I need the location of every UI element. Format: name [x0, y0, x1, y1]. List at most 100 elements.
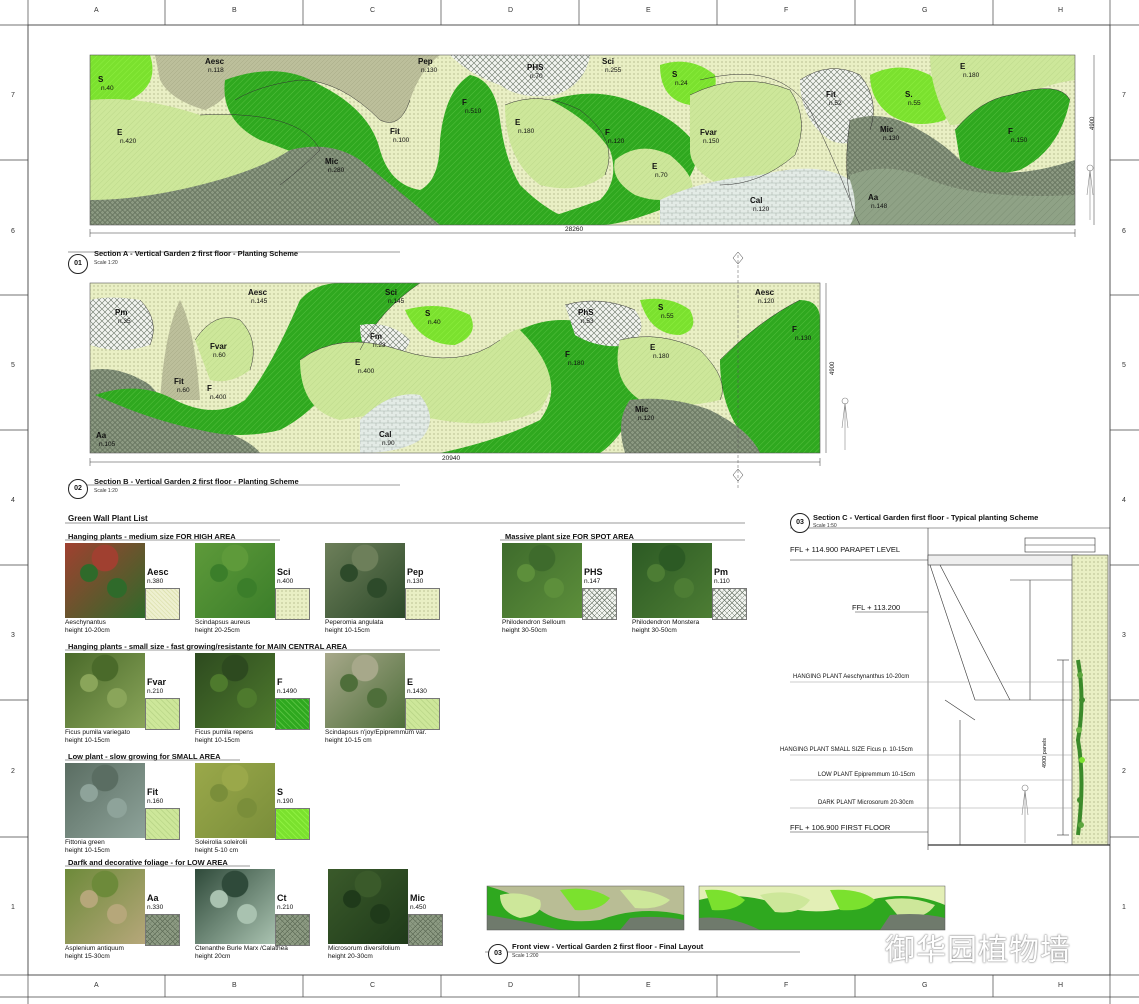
plant-photo: [195, 869, 275, 944]
plant-height: height 10-15 cm: [325, 737, 372, 744]
section-a-zone-count: n.150: [1011, 137, 1028, 144]
row-label-1: 1: [11, 904, 15, 911]
section-b-zone-code: Fm: [370, 332, 382, 341]
section-b-zone-count: n.180: [653, 353, 670, 360]
section-b-zone-code: Pm: [115, 308, 128, 317]
section-b-zone-count: n.400: [210, 394, 227, 401]
plant-photo: [195, 653, 275, 728]
level-113: FFL + 113.200: [852, 603, 901, 612]
section-a-zone-code: F: [605, 128, 610, 137]
plant-count: n.210: [147, 688, 164, 695]
plant-photo: [195, 543, 275, 618]
plant-swatch: [712, 588, 747, 620]
section-b-zone-count: n.90: [382, 440, 395, 447]
front-view-title: Front view - Vertical Garden 2 first flo…: [512, 942, 704, 951]
section-a-zone-code: E: [960, 62, 966, 71]
plant-swatch: [145, 914, 180, 946]
plant-height: height 20cm: [195, 953, 231, 960]
group-title-low-area: Darfk and decorative foliage - for LOW A…: [68, 858, 228, 867]
plant-height: height 10-15cm: [325, 627, 370, 634]
section-a-zone-count: n.70: [655, 172, 668, 179]
plant-code: E: [407, 677, 414, 687]
plant-code: Mic: [410, 893, 426, 903]
section-b-zone-count: n.60: [213, 352, 226, 359]
plant-swatch: [145, 588, 180, 620]
section-b-zone-code: E: [650, 343, 656, 352]
col-label-c: C: [370, 7, 376, 14]
plant-photo: [65, 543, 145, 618]
plant-count: n.380: [147, 578, 164, 585]
row-label-7: 7: [11, 92, 15, 99]
section-a-zone-count: n.24: [675, 80, 688, 87]
section-a-zone-code: Fvar: [700, 128, 717, 137]
section-a-zone-code: PHS: [527, 63, 544, 72]
section-c-dim: 4900 panels: [1042, 738, 1048, 768]
plant-list-title: Green Wall Plant List: [68, 514, 148, 523]
plant-count: n.110: [714, 578, 730, 585]
section-b-zone-code: Fvar: [210, 342, 227, 351]
section-b-zone-count: n.105: [99, 441, 116, 448]
group-title-small-area: Low plant - slow growing for SMALL AREA: [68, 752, 221, 761]
plant-height: height 20-30cm: [328, 953, 373, 960]
section-a-plan: [68, 54, 1095, 253]
plant-code: PHS: [584, 567, 603, 577]
row-label-4: 4: [11, 497, 15, 504]
section-b-zone-count: n.180: [568, 360, 585, 367]
section-b-zone-code: PhS: [578, 308, 594, 317]
section-a-zone-count: n.55: [908, 100, 921, 107]
section-a-zone-count: n.180: [963, 72, 980, 79]
plant-count: n.400: [277, 578, 294, 585]
row-label-6: 6: [11, 228, 15, 235]
plant-swatch: [275, 914, 310, 946]
plant-name: Philodendron Monstera: [632, 619, 700, 626]
section-a-zone-count: n.150: [703, 138, 720, 145]
section-a-number: 01: [68, 254, 88, 274]
level-parapet: FFL + 114.900 PARAPET LEVEL: [790, 545, 900, 554]
note-microsorum: DARK PLANT Microsorum 20-30cm: [818, 800, 914, 806]
section-a-zone-code: E: [652, 162, 658, 171]
plant-swatch: [582, 588, 617, 620]
plant-photo: [65, 869, 145, 944]
section-a-zone-count: n.180: [518, 128, 535, 135]
col-label-e-bottom: E: [646, 982, 651, 989]
section-a-zone-count: n.255: [605, 67, 622, 74]
col-label-a-bottom: A: [94, 982, 99, 989]
plant-photo: [65, 653, 145, 728]
col-label-e: E: [646, 7, 651, 14]
plant-photo: [325, 653, 405, 728]
section-a-height-dim: 4900: [1090, 116, 1096, 130]
plant-height: height 30-50cm: [632, 627, 677, 634]
section-a-zone-code: S: [672, 70, 678, 79]
section-a-zone-code: Sci: [602, 57, 615, 66]
section-a-zone-count: n.420: [120, 138, 137, 145]
plant-code: Aa: [147, 893, 159, 903]
section-b-zone-count: n.35: [118, 318, 131, 325]
plant-swatch: [408, 914, 443, 946]
section-a-width-dim: 28260: [565, 226, 584, 233]
section-a-zone-code: Fit: [390, 127, 400, 136]
plant-code: F: [277, 677, 283, 687]
section-b-title: Section B - Vertical Garden 2 first floo…: [94, 477, 299, 486]
plant-height: height 15-30cm: [65, 953, 110, 960]
sheet-graphics: [0, 0, 1139, 1004]
plant-photo: [195, 763, 275, 838]
section-b-zone-code: S: [425, 309, 431, 318]
section-b-width-dim: 20940: [442, 455, 461, 462]
section-a-zone-code: F: [1008, 127, 1013, 136]
plant-code: Sci: [277, 567, 291, 577]
plant-name: Philodendron Selloum: [502, 619, 566, 626]
group-title-high-area: Hanging plants - medium size FOR HIGH AR…: [68, 532, 236, 541]
section-b-number: 02: [68, 479, 88, 499]
section-b-zone-code: F: [565, 350, 570, 359]
plant-code: Aesc: [147, 567, 169, 577]
plant-name: Asplenium antiquum: [65, 945, 124, 952]
section-a-zone-count: n.70: [530, 73, 543, 80]
section-b-zone-count: n.400: [358, 368, 375, 375]
plant-name: Peperomia angulata: [325, 619, 384, 626]
section-a-title: Section A - Vertical Garden 2 first floo…: [94, 249, 299, 258]
plant-name: Aeschynantus: [65, 619, 106, 626]
col-label-b-bottom: B: [232, 982, 237, 989]
section-b-zone-code: E: [355, 358, 361, 367]
plant-count: n.160: [147, 798, 164, 805]
col-label-f: F: [784, 7, 789, 14]
